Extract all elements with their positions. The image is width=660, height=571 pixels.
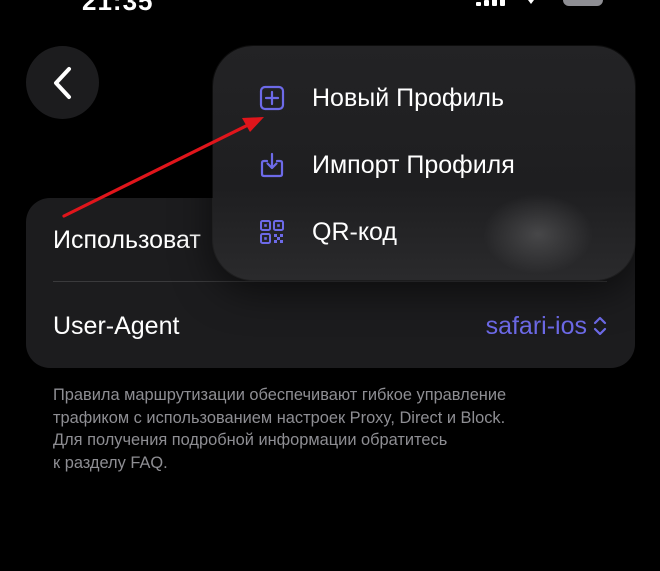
wifi-icon (528, 0, 534, 4)
menu-item-label: QR-код (312, 217, 397, 246)
menu-item-new-profile[interactable]: Новый Профиль (213, 64, 635, 132)
battery-icon (563, 0, 603, 6)
chevron-left-icon (53, 66, 71, 99)
add-profile-menu: Новый Профиль Импорт Профиля QR-код (213, 46, 635, 280)
signal-icon (476, 0, 510, 6)
settings-row-user-agent[interactable]: User-Agent safari-ios (26, 284, 635, 368)
settings-row-label: User-Agent (53, 311, 180, 340)
row-divider (53, 281, 607, 282)
footnote-line: Для получения подробной информации обрат… (53, 431, 448, 449)
chevron-up-down-icon (593, 316, 607, 336)
menu-item-label: Импорт Профиля (312, 150, 515, 179)
qr-code-icon (260, 220, 284, 244)
footnote-line: трафиком с использованием настроек Proxy… (53, 408, 506, 427)
routing-footnote: Правила маршрутизации обеспечивают гибко… (53, 384, 623, 474)
settings-row-label: Использоват (53, 225, 201, 254)
footnote-line: Правила маршрутизации обеспечивают гибко… (53, 386, 507, 404)
plus-square-icon (259, 85, 285, 111)
menu-item-import-profile[interactable]: Импорт Профиля (213, 131, 635, 199)
menu-item-label: Новый Профиль (312, 83, 505, 112)
import-icon (260, 152, 284, 178)
footnote-line: к разделу FAQ. (53, 453, 168, 472)
back-button[interactable] (26, 46, 99, 119)
user-agent-select[interactable]: safari-ios (486, 312, 607, 341)
menu-item-qr-code[interactable]: QR-код (213, 198, 635, 266)
status-time: 21:35 (82, 0, 154, 16)
user-agent-value: safari-ios (485, 311, 587, 340)
screen: 21:35 Использоват User-Agent safari-ios (0, 0, 660, 571)
